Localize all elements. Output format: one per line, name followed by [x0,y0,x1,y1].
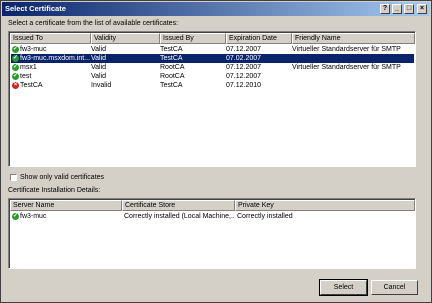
cancel-button[interactable]: Cancel [371,280,418,295]
cell-issued-to: test [20,73,32,80]
cell-issued-by: TestCA [160,46,183,53]
installation-details-list[interactable]: Server Name Certificate Store Private Ke… [8,198,416,269]
instruction-text: Select a certificate from the list of av… [8,20,179,27]
cell-validity: Valid [91,46,107,53]
column-header-private-key[interactable]: Private Key [235,200,415,211]
cell-issued-by: TestCA [160,82,183,89]
cell-issued-to: msx1 [20,64,37,71]
title-bar: Select Certificate ? _ □ × [2,2,430,16]
column-header-issued-by[interactable]: Issued By [160,33,226,44]
minimize-icon[interactable]: _ [392,4,402,14]
cell-issued-to: fw3-muc.msxdom.int... [20,55,91,62]
cell-validity: Valid [91,55,107,62]
cell-validity: Valid [91,73,107,80]
column-header-validity[interactable]: Validity [91,33,160,44]
cell-friendly-name [292,54,414,63]
cell-validity: Invalid [91,82,112,89]
close-icon[interactable]: × [417,4,427,14]
cell-friendly-name [292,81,414,90]
cell-certificate-store: Correctly installed (Local Machine,... [124,213,234,220]
cell-validity: Valid [91,64,107,71]
certificate-row[interactable]: × TestCA Invalid TestCA 07.12.2010 [11,81,414,90]
cell-issued-by: RootCA [160,73,185,80]
cell-private-key: Correctly installed [237,213,293,220]
installation-details-label: Certificate Installation Details: [8,187,101,194]
valid-certificate-icon: ✓ [12,73,19,80]
valid-certificate-icon: ✓ [12,46,19,53]
cell-expiration-date: 07.12.2007 [226,46,262,53]
cell-issued-by: TestCA [160,55,183,62]
cell-server-name: fw3-muc [20,213,47,220]
certificate-row[interactable]: ✓ fw3-muc Valid TestCA 07.12.2007 Virtueller … [11,45,414,54]
column-header-friendly-name[interactable]: Friendly Name [292,33,415,44]
show-valid-only-label[interactable]: Show only valid certificates [20,174,104,181]
invalid-certificate-icon: × [12,82,19,89]
certificate-row[interactable]: ✓ test Valid RootCA 07.12.2007 [11,72,414,81]
cell-friendly-name: Virtueller Standardserver für SMTP [292,64,401,71]
cell-expiration-date: 07.12.2007 [226,64,262,71]
certificate-row[interactable]: ✓ fw3-muc.msxdom.int... Valid TestCA 07.02.2… [11,54,414,63]
cell-expiration-date: 07.12.2007 [226,73,262,80]
installed-ok-icon: ✓ [12,213,19,220]
help-icon[interactable]: ? [380,4,390,14]
cell-expiration-date: 07.02.2007 [226,55,262,62]
show-valid-only-checkbox[interactable] [10,174,17,181]
maximize-icon[interactable]: □ [404,4,414,14]
certificate-list[interactable]: Issued To Validity Issued By Expiration … [8,31,416,167]
column-header-issued-to[interactable]: Issued To [10,33,91,44]
select-button[interactable]: Select [319,279,368,296]
detail-row[interactable]: ✓ fw3-muc Correctly installed (Local Machi… [11,212,414,221]
column-header-expiration-date[interactable]: Expiration Date [226,33,292,44]
cell-friendly-name [292,72,414,81]
window-title: Select Certificate [5,4,66,13]
valid-certificate-icon: ✓ [12,64,19,71]
cell-issued-by: RootCA [160,64,185,71]
cell-issued-to: TestCA [20,82,43,89]
column-header-certificate-store[interactable]: Certificate Store [122,200,235,211]
certificate-row[interactable]: ✓ msx1 Valid RootCA 07.12.2007 Virtueller Sta… [11,63,414,72]
valid-certificate-icon: ✓ [12,55,19,62]
cell-friendly-name: Virtueller Standardserver für SMTP [292,46,401,53]
cell-issued-to: fw3-muc [20,46,47,53]
column-header-server-name[interactable]: Server Name [10,200,122,211]
cell-expiration-date: 07.12.2010 [226,82,262,89]
select-certificate-dialog: Select Certificate ? _ □ × Select a cert… [0,0,432,303]
